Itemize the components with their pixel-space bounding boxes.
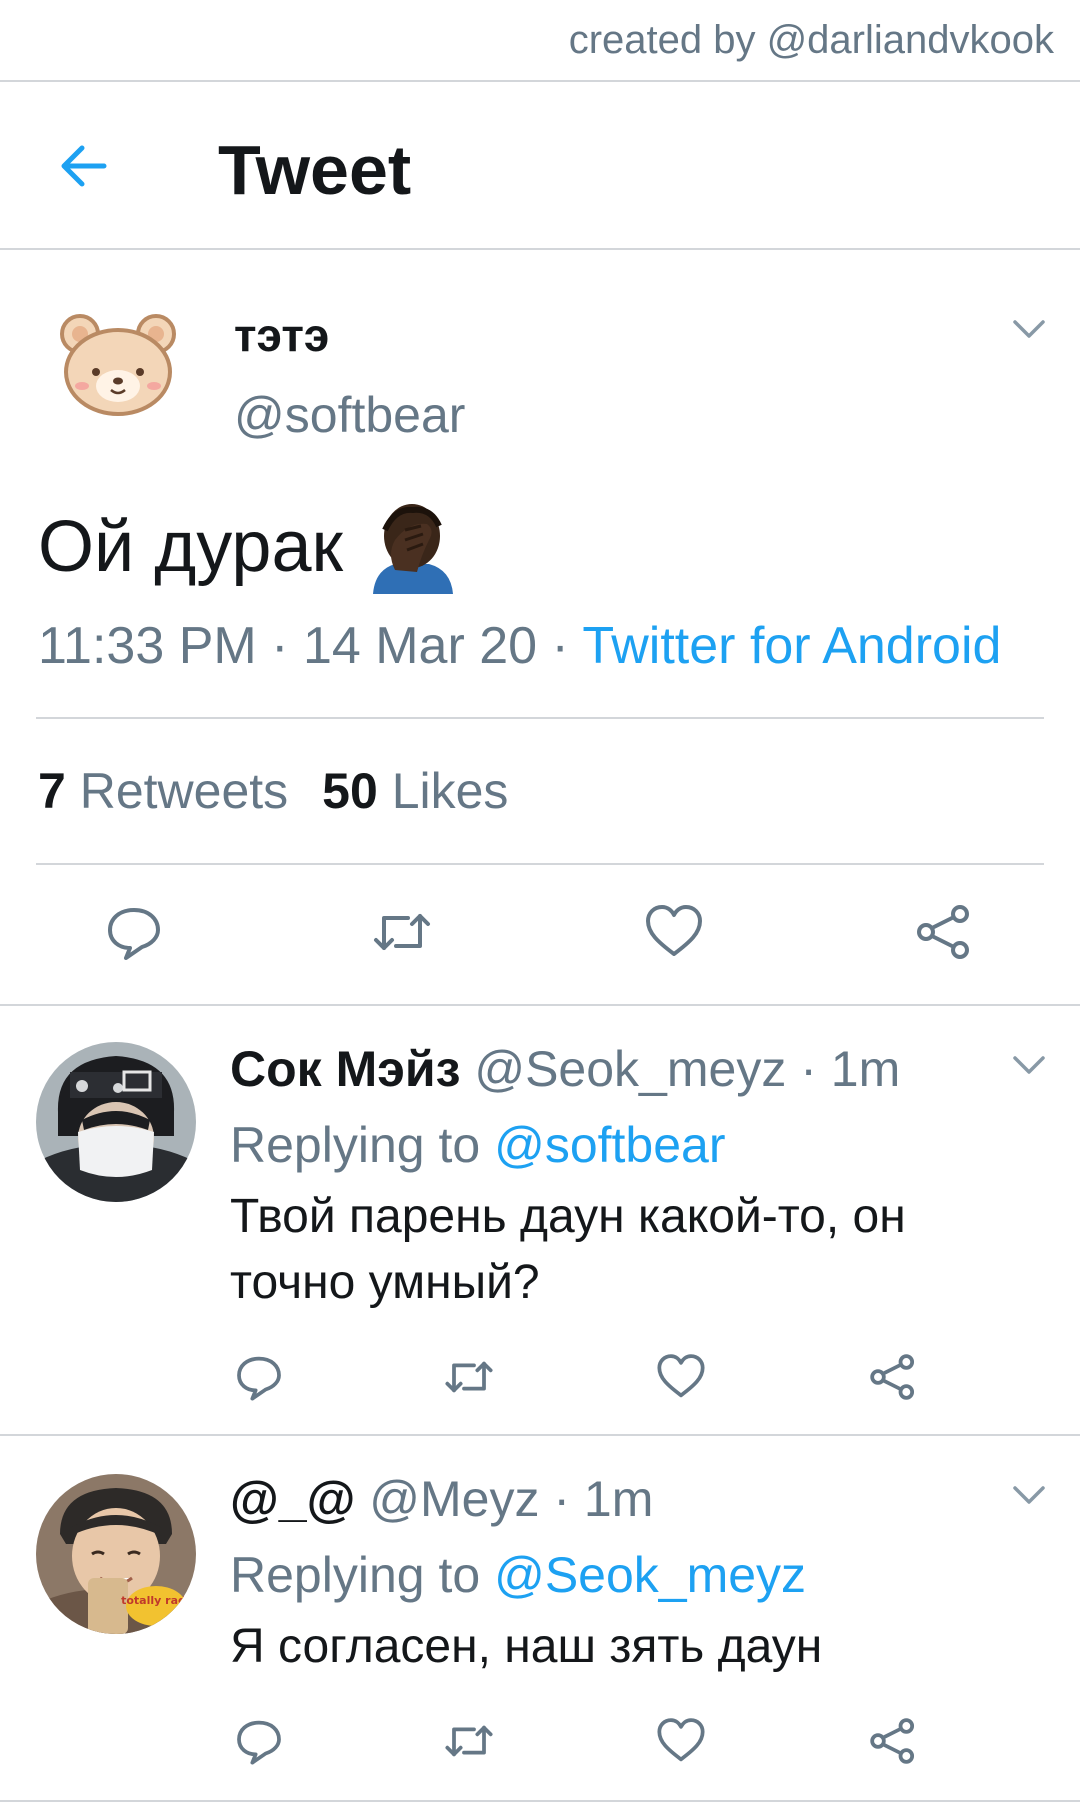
replying-mention-link[interactable]: @softbear (494, 1117, 725, 1173)
reply-author-name[interactable]: @_@ (230, 1471, 355, 1527)
creator-credit: created by @darliandvkook (568, 18, 1054, 62)
retweet-icon[interactable] (372, 902, 432, 962)
likes-stat[interactable]: 50 Likes (322, 763, 508, 819)
chevron-down-icon[interactable] (1012, 1054, 1046, 1076)
reply-header: Сок Мэйз @Seok_meyz · 1m (230, 1040, 900, 1098)
tweet-meta: 11:33 PM · 14 Mar 20 · Twitter for Andro… (38, 616, 1001, 676)
reply-text: Твой парень даун какой-то, он точно умны… (230, 1190, 906, 1309)
share-icon[interactable] (868, 1716, 918, 1766)
divider (0, 1004, 1080, 1006)
reply-header: @_@ @Meyz · 1m (230, 1470, 653, 1528)
reply-author-name[interactable]: Сок Мэйз (230, 1041, 460, 1097)
divider (36, 863, 1044, 865)
reply-author-handle[interactable]: @Seok_meyz (474, 1041, 786, 1097)
meta-separator: · (537, 617, 583, 675)
likes-count: 50 (322, 763, 378, 819)
author-handle[interactable]: @softbear (234, 386, 465, 444)
retweets-stat[interactable]: 7 Retweets (38, 763, 288, 819)
divider (0, 80, 1080, 82)
reply-text: Я согласен, наш зять даун (230, 1620, 823, 1673)
reply-icon[interactable] (234, 1352, 284, 1402)
likes-label: Likes (391, 763, 509, 819)
reply-time: · 1m (800, 1041, 901, 1097)
tweet-time: 11:33 PM (38, 617, 257, 675)
divider (36, 717, 1044, 719)
replying-to: Replying to @softbear (230, 1116, 725, 1174)
reply-time: · 1m (553, 1471, 654, 1527)
sticker-text: totally rad! (121, 1594, 191, 1607)
heart-icon[interactable] (656, 1352, 706, 1402)
replying-prefix: Replying to (230, 1547, 481, 1603)
replying-mention-link[interactable]: @Seok_meyz (494, 1547, 806, 1603)
tweet-text: Ой дурак (38, 500, 459, 594)
page-title: Tweet (218, 131, 412, 209)
replying-to: Replying to @Seok_meyz (230, 1546, 806, 1604)
chevron-down-icon[interactable] (1012, 318, 1046, 340)
bear-avatar[interactable] (56, 310, 180, 420)
avatar[interactable]: totally rad! (36, 1474, 196, 1634)
heart-icon[interactable] (644, 902, 704, 962)
meta-separator: · (256, 617, 303, 675)
chevron-down-icon[interactable] (1012, 1484, 1046, 1506)
share-icon[interactable] (868, 1352, 918, 1402)
arrow-left-icon[interactable] (56, 138, 112, 194)
divider (0, 1800, 1080, 1802)
tweet-body: Ой дурак (38, 507, 344, 587)
reply-icon[interactable] (234, 1716, 284, 1766)
reply-author-handle[interactable]: @Meyz (369, 1471, 539, 1527)
tweet-date: 14 Mar 20 (302, 617, 538, 675)
divider (0, 1434, 1080, 1436)
author-name[interactable]: тэтэ (234, 308, 329, 362)
tweet-source-link[interactable]: Twitter for Android (582, 617, 1001, 675)
retweet-icon[interactable] (444, 1716, 494, 1766)
reply-icon[interactable] (104, 902, 164, 962)
replying-prefix: Replying to (230, 1117, 481, 1173)
retweets-label: Retweets (79, 763, 289, 819)
share-icon[interactable] (914, 902, 974, 962)
retweets-count: 7 (38, 763, 66, 819)
facepalm-emoji-icon (365, 500, 459, 594)
avatar[interactable] (36, 1042, 196, 1202)
tweet-stats: 7 Retweets 50 Likes (38, 762, 508, 820)
retweet-icon[interactable] (444, 1352, 494, 1402)
heart-icon[interactable] (656, 1716, 706, 1766)
divider (0, 248, 1080, 250)
